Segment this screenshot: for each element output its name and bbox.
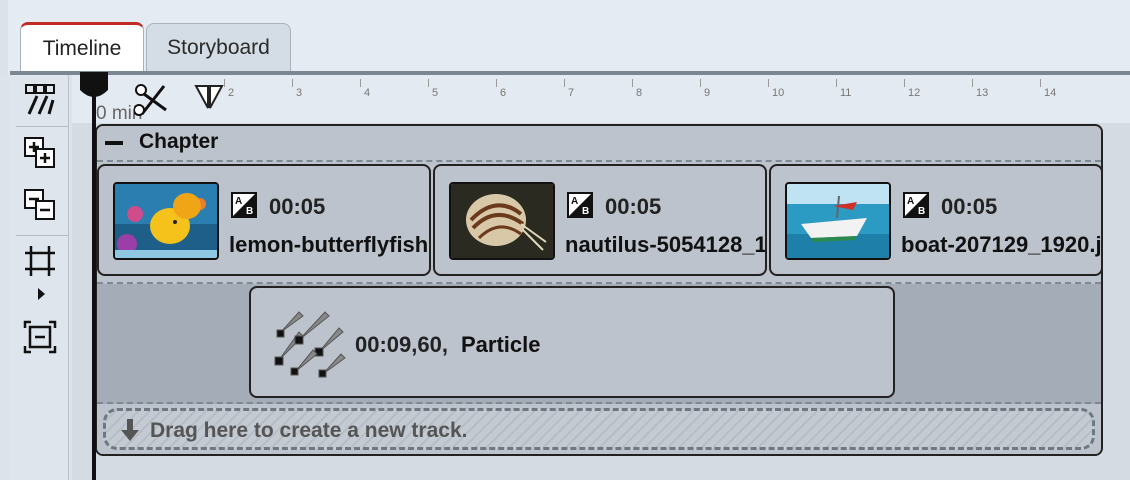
transition-icon[interactable]: A B [567,192,593,218]
ruler-tick-mark [904,79,905,87]
collapse-all-button[interactable] [22,187,58,223]
chapter-title: Chapter [139,130,219,153]
ruler-tick-mark [836,79,837,87]
expand-all-button[interactable] [22,135,58,171]
tab-timeline-label: Timeline [42,36,122,60]
tab-timeline[interactable]: Timeline [20,22,144,72]
ruler-tick-label: 12 [908,87,921,99]
svg-text:A: A [235,196,242,207]
drop-zone-text: Drag here to create a new track. [150,419,468,442]
ruler-tick-mark [768,79,769,87]
ruler-tick-mark [224,79,225,87]
ruler-tick-label: 4 [364,87,371,99]
effect-track: 00:09,60, Particle [97,284,1101,404]
ruler-tick-label: 10 [772,87,785,99]
particle-effect-clip[interactable]: 00:09,60, Particle [249,286,895,398]
clip-duration: 00:05 [605,194,662,219]
chapter-group[interactable]: Chapter A B 00:05 lemon-butterflyfish A … [95,124,1103,456]
transition-icon[interactable]: A B [903,192,929,218]
ruler-tick-label: 8 [636,87,643,99]
new-track-area: Drag here to create a new track. [97,404,1101,454]
ruler-tick-label: 13 [976,87,989,99]
zoom-fit-button[interactable] [22,319,58,355]
time-ruler[interactable]: 0 min 2 3 4 5 6 7 8 9 10 11 12 13 14 [72,75,1130,124]
toolbar-separator [16,235,68,236]
svg-text:A: A [907,196,914,207]
particle-icon [274,311,346,378]
clip-name: nautilus-5054128_1 [565,232,767,257]
ruler-tick-label: 5 [432,87,439,99]
collapse-all-icon [24,189,55,220]
playhead-handle[interactable] [79,72,109,102]
ruler-tick-label: 7 [568,87,575,99]
zoom-fit-icon [23,320,57,354]
ruler-tick-mark [972,79,973,87]
chapter-header[interactable]: Chapter [97,126,1101,162]
clip-name: lemon-butterflyfish [229,232,429,257]
tab-strip: Timeline Storyboard [0,0,1130,75]
marker-icon[interactable] [194,84,224,110]
tab-storyboard-label: Storyboard [167,35,270,59]
transition-icon[interactable]: A B [231,192,257,218]
ruler-tick-label: 14 [1044,87,1057,99]
toolbar-separator [16,126,68,127]
timeline-toolbar [10,75,69,480]
ruler-tick-mark [496,79,497,87]
svg-text:B: B [582,206,589,217]
fit-timeline-icon [25,246,55,276]
boat-thumbnail [785,182,891,260]
ruler-tick-label: 6 [500,87,507,99]
clip-duration: 00:05 [269,194,326,219]
ruler-tick-label: 2 [228,87,235,99]
ruler-tick-mark [632,79,633,87]
expand-arrow-icon[interactable] [38,288,45,300]
effect-duration: 00:09,60, [355,332,448,357]
timeline-tools-icon [25,84,55,115]
image-track: A B 00:05 lemon-butterflyfish A B 00:05 … [97,162,1103,284]
ruler-tick-mark [564,79,565,87]
ruler-tick-mark [292,79,293,87]
ruler-tick-label: 9 [704,87,711,99]
clip-duration: 00:05 [941,194,998,219]
tab-storyboard[interactable]: Storyboard [146,23,291,71]
image-clip-lemon-butterflyfish[interactable]: A B 00:05 lemon-butterflyfish [97,164,431,276]
effect-name: Particle [461,332,541,357]
ruler-tick-mark [360,79,361,87]
expand-all-icon [24,137,55,168]
ruler-tick-mark [428,79,429,87]
collapse-icon[interactable] [105,141,123,145]
svg-text:B: B [246,206,253,217]
arrow-down-icon [121,419,139,441]
image-clip-boat[interactable]: A B 00:05 boat-207129_1920.j [769,164,1103,276]
ruler-tick-label: 11 [840,87,852,99]
image-clip-nautilus[interactable]: A B 00:05 nautilus-5054128_1 [433,164,767,276]
tab-strip-edge [0,0,8,75]
scissors-icon[interactable] [134,80,174,120]
ruler-tick-mark [700,79,701,87]
fish-thumbnail [113,182,219,260]
playhead-line[interactable] [92,80,96,480]
fit-timeline-button[interactable] [22,243,58,279]
svg-text:B: B [918,206,925,217]
nautilus-thumbnail [449,182,555,260]
clip-name: boat-207129_1920.j [901,232,1102,257]
timeline-tools-button[interactable] [22,81,58,117]
ruler-tick-mark [1040,79,1041,87]
ruler-tick-label: 3 [296,87,303,99]
svg-text:A: A [571,196,578,207]
new-track-drop-zone[interactable]: Drag here to create a new track. [103,408,1095,450]
